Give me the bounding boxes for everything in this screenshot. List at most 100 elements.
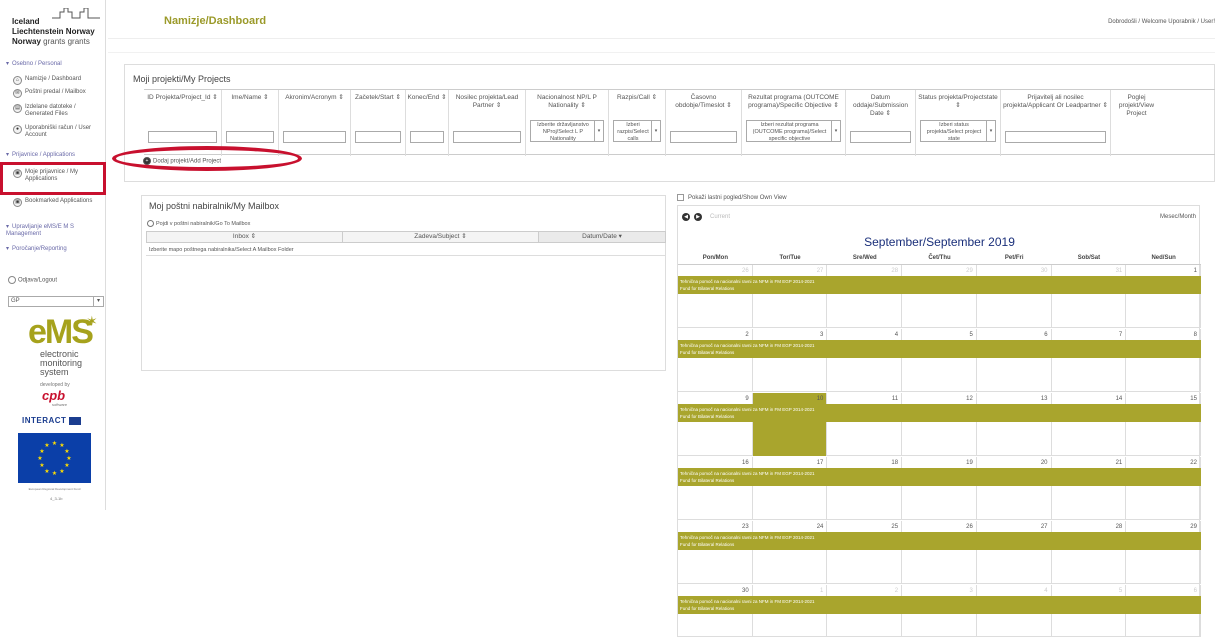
- calendar-day[interactable]: 4: [827, 329, 903, 392]
- projects-column-11[interactable]: Status projekta/Projectstate ⇕ Izberi sta…: [916, 90, 1001, 156]
- column-filter-input[interactable]: [410, 131, 444, 143]
- next-arrow-icon[interactable]: ▶: [694, 213, 702, 221]
- calendar-day[interactable]: 19: [902, 457, 977, 520]
- calendar-day[interactable]: 29: [902, 265, 977, 328]
- logo-line-liechtenstein: Liechtenstein Norway: [12, 27, 95, 36]
- projects-column-3[interactable]: Začetek/Start ⇕: [351, 90, 406, 156]
- column-header-label[interactable]: Nacionalnost NP/L P Nationality ⇕: [526, 94, 608, 110]
- calendar-day[interactable]: 28: [1052, 521, 1127, 584]
- projects-column-7[interactable]: Razpis/Call ⇕ Izberi razpis/Select calls ▾: [609, 90, 666, 156]
- calendar-day[interactable]: 18: [827, 457, 903, 520]
- checkbox[interactable]: [677, 194, 684, 201]
- home-icon: ⌂: [13, 76, 22, 85]
- nav-section-reporting[interactable]: Poročanje/Reporting: [6, 245, 67, 252]
- column-inbox[interactable]: Inbox ⇕: [147, 232, 343, 242]
- column-header-label[interactable]: ID Projekta/Project_Id ⇕: [144, 94, 221, 102]
- projects-column-5[interactable]: Nosilec projekta/Lead Partner ⇕: [449, 90, 526, 156]
- column-filter-input[interactable]: [355, 131, 401, 143]
- column-filter-input[interactable]: [283, 131, 346, 143]
- column-filter-select[interactable]: Izberi razpis/Select calls ▾: [613, 120, 661, 142]
- projects-column-10[interactable]: Datum oddaje/Submission Date ⇕: [846, 90, 916, 156]
- column-header-label[interactable]: Status projekta/Projectstate ⇕: [916, 94, 1000, 110]
- calendar-day[interactable]: 27: [753, 265, 828, 328]
- month-view-button[interactable]: Mesec/Month: [1160, 214, 1196, 220]
- calendar-day[interactable]: 12: [902, 393, 977, 456]
- calendar-day[interactable]: 16: [678, 457, 753, 520]
- column-filter-select[interactable]: Izberi status projekta/Select project st…: [920, 120, 996, 142]
- logout-link[interactable]: Odjava/Logout: [8, 276, 57, 284]
- nav-section-applications[interactable]: Prijavnice / Applications: [6, 151, 75, 158]
- projects-column-9[interactable]: Rezultat programa (OUTCOME programa)/Spe…: [742, 90, 846, 156]
- calendar-day[interactable]: 14: [1052, 393, 1127, 456]
- calendar-day[interactable]: 1: [1126, 265, 1201, 328]
- day-header: Tor/Tue: [752, 255, 828, 265]
- column-filter-input[interactable]: [226, 131, 274, 143]
- nav-section-personal[interactable]: Osebno / Personal: [6, 60, 62, 67]
- column-filter-input[interactable]: [1005, 131, 1106, 143]
- nav-section-management[interactable]: Upravljanje eMS/E M S Management: [6, 224, 102, 238]
- calendar-day[interactable]: 3: [753, 329, 828, 392]
- column-header-label[interactable]: Prijavitelj ali nosilec projekta/Applica…: [1001, 94, 1110, 110]
- calendar-day[interactable]: 26: [902, 521, 977, 584]
- projects-column-13[interactable]: Poglej projekt/View Project: [1111, 90, 1162, 156]
- calendar-day[interactable]: 27: [977, 521, 1052, 584]
- column-header-label[interactable]: Datum oddaje/Submission Date ⇕: [846, 94, 915, 118]
- calendar-day[interactable]: 17: [753, 457, 828, 520]
- calendar-event[interactable]: Tehnična pomoč na nacionalni ravni za NF…: [678, 276, 1201, 294]
- calendar-day[interactable]: 2: [678, 329, 753, 392]
- projects-column-4[interactable]: Konec/End ⇕: [406, 90, 449, 156]
- calendar-event[interactable]: Tehnična pomoč na nacionalni ravni za NF…: [678, 468, 1201, 486]
- column-filter-input[interactable]: [453, 131, 521, 143]
- calendar-event[interactable]: Tehnična pomoč na nacionalni ravni za NF…: [678, 596, 1201, 614]
- projects-column-12[interactable]: Prijavitelj ali nosilec projekta/Applica…: [1001, 90, 1111, 156]
- calendar-day[interactable]: 30: [977, 265, 1052, 328]
- column-filter-select[interactable]: Izberi rezultat programa (OUTCOME progra…: [746, 120, 841, 142]
- calendar-day[interactable]: 23: [678, 521, 753, 584]
- calendar-event[interactable]: Tehnična pomoč na nacionalni ravni za NF…: [678, 404, 1201, 422]
- column-header-label[interactable]: Nosilec projekta/Lead Partner ⇕: [449, 94, 525, 110]
- projects-column-6[interactable]: Nacionalnost NP/L P Nationality ⇕ Izberit…: [526, 90, 609, 156]
- calendar-day[interactable]: 5: [902, 329, 977, 392]
- calendar-day[interactable]: 26: [678, 265, 753, 328]
- calendar-day[interactable]: 6: [977, 329, 1052, 392]
- column-filter-input[interactable]: [850, 131, 911, 143]
- column-filter-select[interactable]: Izberite državljanstvo NProj/Select L P …: [530, 120, 604, 142]
- column-header-label[interactable]: Ime/Name ⇕: [222, 94, 278, 102]
- current-button[interactable]: Current: [710, 214, 730, 220]
- column-header-label[interactable]: Rezultat programa (OUTCOME programa)/Spe…: [742, 94, 845, 110]
- calendar-day[interactable]: 22: [1126, 457, 1201, 520]
- column-header-label[interactable]: Časovno obdobje/Timeslot ⇕: [666, 94, 741, 110]
- go-to-mailbox-link[interactable]: Pojdi v poštni nabiralnik/Go To Mailbox: [147, 220, 250, 227]
- column-header-label[interactable]: Začetek/Start ⇕: [351, 94, 405, 102]
- calendar-day[interactable]: 24: [753, 521, 828, 584]
- calendar-day[interactable]: 31: [1052, 265, 1127, 328]
- column-date[interactable]: Datum/Date ▾: [539, 232, 665, 242]
- column-header-label[interactable]: Akronim/Acronym ⇕: [279, 94, 350, 102]
- column-subject[interactable]: Zadeva/Subject ⇕: [343, 232, 539, 242]
- calendar-day[interactable]: 11: [827, 393, 903, 456]
- svg-text:★: ★: [52, 470, 57, 477]
- calendar-day[interactable]: 28: [827, 265, 903, 328]
- column-header-label[interactable]: Razpis/Call ⇕: [609, 94, 665, 102]
- column-header-label[interactable]: Poglej projekt/View Project: [1111, 94, 1162, 118]
- language-select[interactable]: GP ▾: [8, 296, 104, 307]
- calendar-day[interactable]: 15: [1126, 393, 1201, 456]
- calendar-day-today[interactable]: 10: [752, 393, 828, 456]
- calendar-day[interactable]: 9: [678, 393, 753, 456]
- calendar-day[interactable]: 25: [827, 521, 903, 584]
- calendar-day[interactable]: 20: [977, 457, 1052, 520]
- projects-column-8[interactable]: Časovno obdobje/Timeslot ⇕: [666, 90, 742, 156]
- calendar-day[interactable]: 29: [1126, 521, 1201, 584]
- prev-arrow-icon[interactable]: ◀: [682, 213, 690, 221]
- calendar-event[interactable]: Tehnična pomoč na nacionalni ravni za NF…: [678, 532, 1201, 550]
- column-header-label[interactable]: Konec/End ⇕: [406, 94, 448, 102]
- calendar-day[interactable]: 13: [977, 393, 1052, 456]
- column-filter-input[interactable]: [148, 131, 217, 143]
- show-own-view-toggle[interactable]: Pokaži lastni pogled/Show Own View: [677, 194, 787, 201]
- calendar-event[interactable]: Tehnična pomoč na nacionalni ravni za NF…: [678, 340, 1201, 358]
- column-filter-input[interactable]: [670, 131, 737, 143]
- projects-column-2[interactable]: Akronim/Acronym ⇕: [279, 90, 351, 156]
- calendar-day[interactable]: 7: [1052, 329, 1127, 392]
- calendar-day[interactable]: 8: [1126, 329, 1201, 392]
- calendar-day[interactable]: 21: [1052, 457, 1127, 520]
